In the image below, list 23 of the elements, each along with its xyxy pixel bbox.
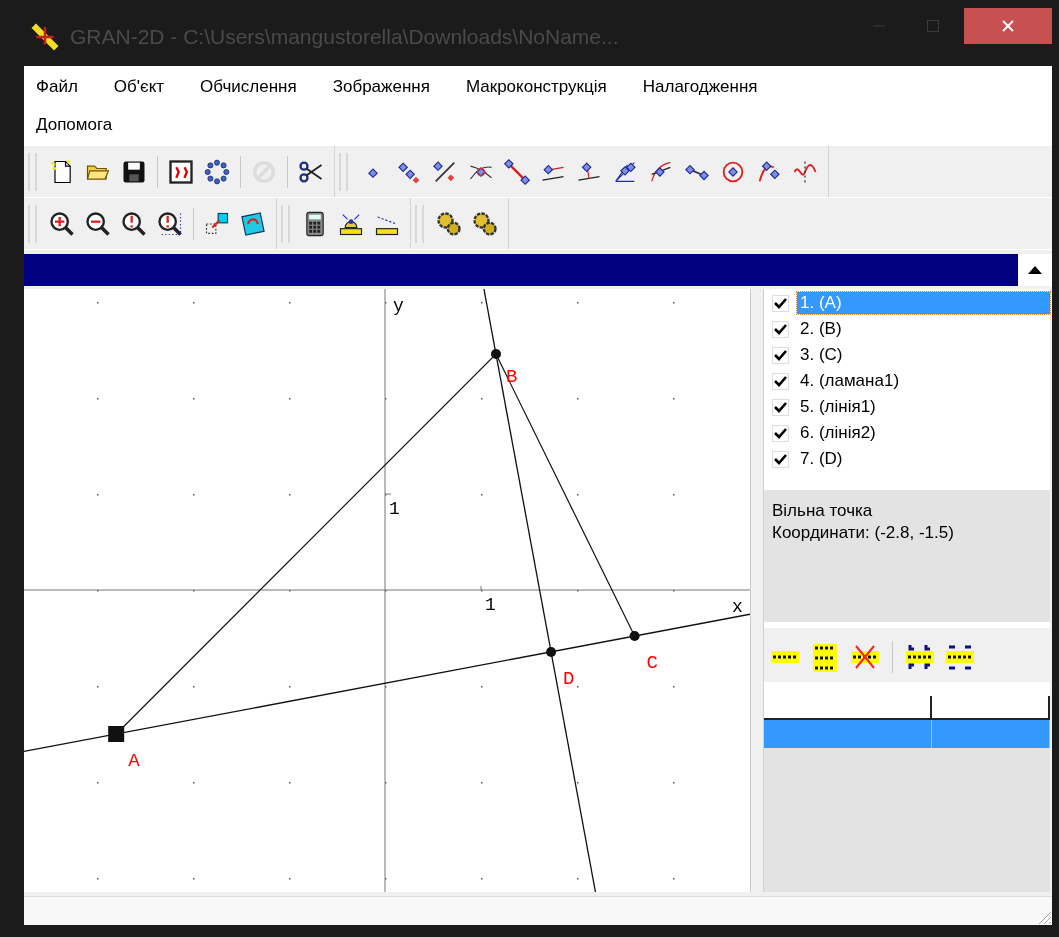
info-text: Координати: (-2.8, -1.5) (772, 522, 955, 544)
menu-item[interactable]: Файл (28, 68, 86, 106)
menu-item[interactable]: Обчислення (192, 68, 305, 106)
object-item[interactable]: 3. (C) (797, 344, 1050, 366)
menu-item[interactable]: Зображення (324, 68, 438, 106)
axis-label: y (393, 296, 404, 316)
menu-item[interactable]: Об'єкт (105, 68, 173, 106)
menu-item[interactable]: Допомога (28, 106, 121, 144)
object-item[interactable]: 5. (лінія1) (797, 396, 1050, 418)
point-label: A (128, 750, 140, 772)
axis-label: x (732, 597, 743, 617)
menu-item[interactable]: Налагодження (634, 68, 766, 106)
object-item[interactable]: 7. (D) (797, 448, 1050, 470)
info-text: Вільна точка (772, 500, 874, 522)
object-item[interactable]: 2. (B) (797, 318, 1050, 340)
object-item[interactable]: 4. (ламана1) (797, 370, 1050, 392)
point-label: C (646, 652, 658, 675)
menu-item[interactable]: Макроконструкція (457, 68, 615, 106)
tick-label: 1 (485, 595, 496, 615)
point-label: B (506, 366, 518, 389)
object-item[interactable]: 6. (лінія2) (797, 422, 1050, 444)
tick-label: 1 (389, 499, 400, 519)
point-label: D (563, 668, 575, 690)
